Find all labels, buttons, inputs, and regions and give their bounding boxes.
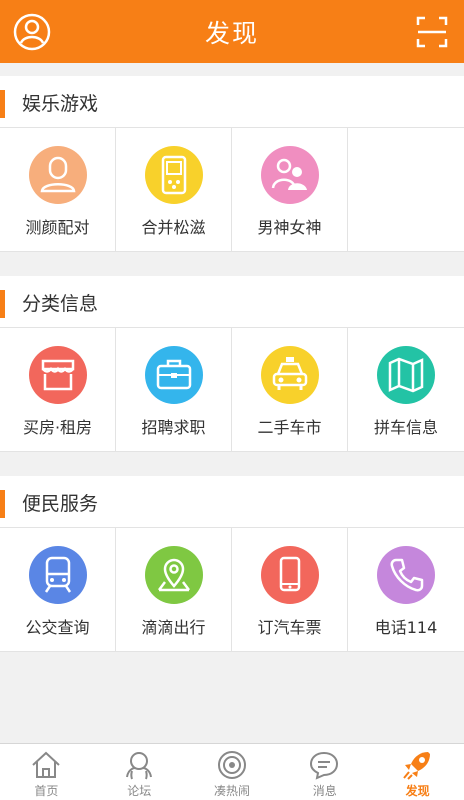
grid-item-label: 电话114 bbox=[374, 618, 438, 637]
tab-label: 发现 bbox=[405, 784, 430, 798]
game-console-icon bbox=[145, 146, 203, 204]
scan-icon bbox=[416, 16, 448, 48]
home-icon bbox=[32, 751, 60, 778]
briefcase-icon bbox=[145, 346, 203, 404]
phone-device-icon bbox=[261, 546, 319, 604]
target-icon bbox=[217, 751, 246, 779]
chat-bubble-icon bbox=[310, 751, 339, 780]
icon-grid: 买房·租房 招聘求职 二手车市 拼车信息 bbox=[0, 328, 464, 452]
scan-button[interactable] bbox=[412, 12, 452, 52]
grid-item-phone-114[interactable]: 电话114 bbox=[348, 528, 464, 652]
storefront-icon bbox=[29, 346, 87, 404]
section-title: 分类信息 bbox=[22, 293, 99, 315]
grid-item-merge-songzi[interactable]: 合并松滋 bbox=[116, 128, 232, 252]
rocket-icon bbox=[403, 752, 431, 780]
grid-item-gods-goddesses[interactable]: 男神女神 bbox=[232, 128, 348, 252]
tab-discover[interactable]: 发现 bbox=[371, 744, 464, 800]
tab-trending[interactable]: 凑热闹 bbox=[186, 744, 279, 800]
grid-item-label: 滴滴出行 bbox=[141, 618, 206, 637]
grid-item-label: 招聘求职 bbox=[141, 418, 206, 437]
grid-item-label: 合并松滋 bbox=[141, 218, 206, 237]
location-pin-icon bbox=[145, 546, 203, 604]
grid-item-face-match[interactable]: 测颜配对 bbox=[0, 128, 116, 252]
tab-messages[interactable]: 消息 bbox=[278, 744, 371, 800]
section-header: 便民服务 bbox=[0, 476, 464, 528]
grid-item-housing[interactable]: 买房·租房 bbox=[0, 328, 116, 452]
grid-item-label: 测颜配对 bbox=[25, 218, 90, 237]
grid-item-carpool[interactable]: 拼车信息 bbox=[348, 328, 464, 452]
section-header: 娱乐游戏 bbox=[0, 76, 464, 128]
section-title: 便民服务 bbox=[22, 493, 99, 515]
section-title: 娱乐游戏 bbox=[22, 93, 99, 115]
tab-home[interactable]: 首页 bbox=[0, 744, 93, 800]
grid-item-label: 买房·租房 bbox=[22, 418, 93, 437]
grid-item-label: 二手车市 bbox=[257, 418, 322, 437]
tab-label: 论坛 bbox=[127, 784, 152, 798]
grid-item-jobs[interactable]: 招聘求职 bbox=[116, 328, 232, 452]
grid-item-empty bbox=[348, 128, 464, 252]
grid-item-used-cars[interactable]: 二手车市 bbox=[232, 328, 348, 452]
couple-icon bbox=[261, 146, 319, 204]
grid-item-label: 公交查询 bbox=[25, 618, 90, 637]
page-title: 发现 bbox=[204, 19, 259, 48]
grid-item-didi[interactable]: 滴滴出行 bbox=[116, 528, 232, 652]
train-icon bbox=[29, 546, 87, 604]
grid-item-label: 订汽车票 bbox=[257, 618, 322, 637]
icon-grid: 测颜配对 合并松滋 男神女神 bbox=[0, 128, 464, 252]
tab-label: 首页 bbox=[34, 784, 59, 798]
phone-call-icon bbox=[377, 546, 435, 604]
forum-icon bbox=[125, 752, 152, 780]
grid-item-bus[interactable]: 公交查询 bbox=[0, 528, 116, 652]
grid-item-label: 男神女神 bbox=[257, 218, 322, 237]
section-accent-bar bbox=[0, 290, 5, 318]
grid-item-bus-tickets[interactable]: 订汽车票 bbox=[232, 528, 348, 652]
face-match-icon bbox=[29, 146, 87, 204]
map-icon bbox=[377, 346, 435, 404]
tab-label: 消息 bbox=[312, 784, 337, 798]
tab-label: 凑热闹 bbox=[213, 784, 250, 798]
bottom-tab-bar: 首页 论坛 凑热闹 消息 发现 bbox=[0, 743, 464, 800]
content-area: 娱乐游戏 测颜配对 合并松滋 男神女神 分类信息 买房·租房 招聘求职 二手车市… bbox=[0, 63, 464, 743]
icon-grid: 公交查询 滴滴出行 订汽车票 电话114 bbox=[0, 528, 464, 652]
taxi-icon bbox=[261, 346, 319, 404]
section-header: 分类信息 bbox=[0, 276, 464, 328]
grid-item-label: 拼车信息 bbox=[373, 418, 438, 437]
tab-forum[interactable]: 论坛 bbox=[93, 744, 186, 800]
top-bar: 发现 bbox=[0, 0, 464, 63]
section-accent-bar bbox=[0, 90, 5, 118]
section-accent-bar bbox=[0, 490, 5, 518]
